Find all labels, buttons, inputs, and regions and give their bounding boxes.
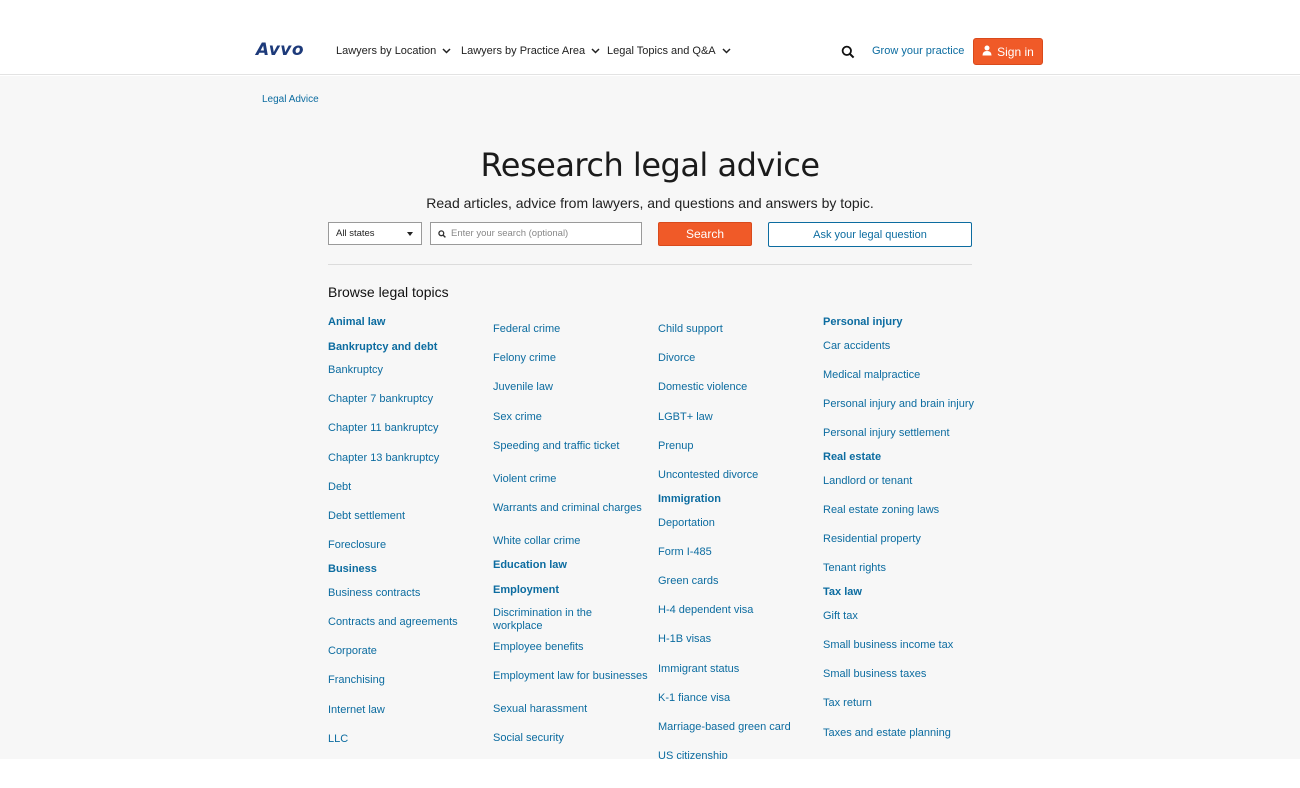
topic-link[interactable]: Prenup: [658, 440, 693, 453]
topic-link[interactable]: Debt settlement: [328, 510, 405, 523]
grow-your-practice-link[interactable]: Grow your practice: [872, 45, 964, 57]
topic-link[interactable]: H-4 dependent visa: [658, 604, 753, 617]
topic-link[interactable]: Tax return: [823, 697, 872, 710]
breadcrumb[interactable]: Legal Advice: [262, 94, 319, 105]
topic-category-link[interactable]: Employment: [493, 584, 559, 597]
nav-label: Lawyers by Location: [336, 45, 437, 57]
search-input[interactable]: [451, 228, 636, 239]
topic-link[interactable]: Social security: [493, 732, 564, 745]
topic-category-link[interactable]: Business: [328, 563, 377, 576]
topic-link[interactable]: Car accidents: [823, 340, 890, 353]
topic-link[interactable]: White collar crime: [493, 535, 580, 548]
topic-link[interactable]: Tenant rights: [823, 562, 886, 575]
nav-lawyers-by-location[interactable]: Lawyers by Location: [336, 45, 451, 57]
topic-link[interactable]: Federal crime: [493, 323, 560, 336]
topic-link[interactable]: Child support: [658, 323, 723, 336]
topic-link[interactable]: LLC: [328, 733, 348, 746]
topic-link[interactable]: Discrimination in the workplace: [493, 607, 633, 633]
topic-link[interactable]: Small business income tax: [823, 639, 953, 652]
topic-link[interactable]: Juvenile law: [493, 381, 553, 394]
topic-link[interactable]: Employment law for businesses: [493, 670, 648, 683]
state-select[interactable]: All states: [328, 222, 422, 245]
topic-link[interactable]: Warrants and criminal charges: [493, 502, 642, 515]
chevron-down-icon: [591, 45, 600, 57]
topic-link[interactable]: Residential property: [823, 533, 921, 546]
topic-link[interactable]: Landlord or tenant: [823, 475, 912, 488]
topic-link[interactable]: Employee benefits: [493, 641, 584, 654]
topic-link[interactable]: Gift tax: [823, 610, 858, 623]
search-field[interactable]: [430, 222, 642, 245]
topic-link[interactable]: US citizenship: [658, 750, 728, 759]
topic-link[interactable]: Green cards: [658, 575, 719, 588]
sign-in-button[interactable]: Sign in: [973, 38, 1043, 65]
search-icon: [438, 225, 446, 243]
topic-link[interactable]: Small business taxes: [823, 668, 926, 681]
topic-link[interactable]: K-1 fiance visa: [658, 692, 730, 705]
topic-link[interactable]: Debt: [328, 481, 351, 494]
topic-link[interactable]: Personal injury and brain injury: [823, 398, 974, 411]
chevron-down-icon: [442, 45, 451, 57]
topic-link[interactable]: Sexual harassment: [493, 703, 587, 716]
topic-category-link[interactable]: Immigration: [658, 493, 721, 506]
sign-in-label: Sign in: [997, 44, 1034, 59]
topic-link[interactable]: Sex crime: [493, 411, 542, 424]
search-icon[interactable]: [841, 45, 855, 59]
search-button[interactable]: Search: [658, 222, 752, 246]
topic-link[interactable]: Immigrant status: [658, 663, 739, 676]
page-title: Research legal advice: [480, 146, 820, 184]
topic-link[interactable]: Chapter 11 bankruptcy: [328, 422, 438, 435]
topic-link[interactable]: Real estate zoning laws: [823, 504, 939, 517]
topic-link[interactable]: Foreclosure: [328, 539, 386, 552]
topic-link[interactable]: Domestic violence: [658, 381, 747, 394]
topic-category-link[interactable]: Animal law: [328, 316, 385, 329]
topic-category-link[interactable]: Personal injury: [823, 316, 902, 329]
nav-legal-topics-qa[interactable]: Legal Topics and Q&A: [607, 45, 731, 57]
topic-link[interactable]: Marriage-based green card: [658, 721, 791, 734]
topic-link[interactable]: LGBT+ law: [658, 411, 713, 424]
avvo-logo[interactable]: Avvo: [256, 40, 304, 60]
topic-link[interactable]: Medical malpractice: [823, 369, 920, 382]
ask-legal-question-button[interactable]: Ask your legal question: [768, 222, 972, 247]
chevron-down-icon: [722, 45, 731, 57]
topic-category-link[interactable]: Education law: [493, 559, 567, 572]
topic-category-link[interactable]: Tax law: [823, 586, 862, 599]
topic-link[interactable]: Chapter 13 bankruptcy: [328, 452, 439, 465]
topic-link[interactable]: Felony crime: [493, 352, 556, 365]
topic-link[interactable]: Violent crime: [493, 473, 556, 486]
browse-topics-heading: Browse legal topics: [328, 284, 449, 300]
topic-link[interactable]: Taxes and estate planning: [823, 727, 951, 740]
nav-label: Legal Topics and Q&A: [607, 45, 716, 57]
topic-link[interactable]: Contracts and agreements: [328, 616, 458, 629]
topic-link[interactable]: Corporate: [328, 645, 377, 658]
topic-link[interactable]: Bankruptcy: [328, 364, 383, 377]
topic-link[interactable]: H-1B visas: [658, 633, 711, 646]
topic-link[interactable]: Business contracts: [328, 587, 420, 600]
topic-link[interactable]: Internet law: [328, 704, 385, 717]
topic-link[interactable]: Deportation: [658, 517, 715, 530]
topic-category-link[interactable]: Real estate: [823, 451, 881, 464]
main-content: Legal Advice Research legal advice Read …: [0, 76, 1300, 759]
topic-link[interactable]: Personal injury settlement: [823, 427, 950, 440]
page: Avvo Lawyers by Location Lawyers by Prac…: [0, 0, 1300, 788]
nav-lawyers-by-practice-area[interactable]: Lawyers by Practice Area: [461, 45, 600, 57]
nav-label: Lawyers by Practice Area: [461, 45, 586, 57]
topic-link[interactable]: Speeding and traffic ticket: [493, 440, 619, 453]
page-bottom: [0, 759, 1300, 788]
topic-link[interactable]: Franchising: [328, 674, 385, 687]
state-select-value: All states: [336, 228, 375, 239]
page-subtitle: Read articles, advice from lawyers, and …: [426, 195, 874, 211]
topic-link[interactable]: Divorce: [658, 352, 695, 365]
topic-category-link[interactable]: Bankruptcy and debt: [328, 341, 437, 354]
top-header: Avvo Lawyers by Location Lawyers by Prac…: [0, 0, 1300, 75]
topic-link[interactable]: Chapter 7 bankruptcy: [328, 393, 433, 406]
topic-link[interactable]: Form I-485: [658, 546, 712, 559]
topic-link[interactable]: Uncontested divorce: [658, 469, 758, 482]
caret-down-icon: [407, 232, 413, 236]
user-icon: [982, 45, 992, 59]
divider: [328, 264, 972, 265]
